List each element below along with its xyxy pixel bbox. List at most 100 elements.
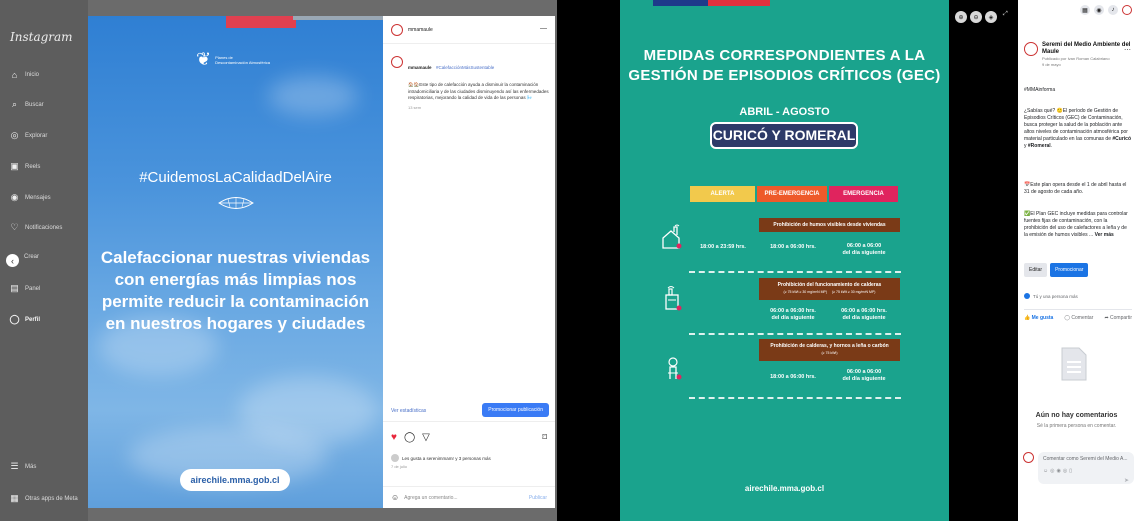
- cloud-decor: [268, 76, 358, 116]
- nav-panel[interactable]: ▤ Panel: [10, 283, 41, 293]
- poster-title-line1: MEDIDAS CORRESPONDIENTES A LA: [643, 47, 926, 64]
- instagram-window: Instagram ⌂ Inicio ⌕ Buscar ◎ Explorar ▣…: [0, 0, 557, 521]
- row2-pre-time: 06:00 a 06:00 hrs. del día siguiente: [770, 308, 816, 321]
- measure-bar-2-main: Prohibición del funcionamiento de calder…: [759, 278, 900, 300]
- row3-pre-time: 18:00 a 06:00 hrs.: [770, 374, 816, 380]
- header-tab-red: [226, 16, 296, 28]
- like-heart-icon[interactable]: ♥: [391, 432, 397, 443]
- row-divider: [689, 271, 901, 273]
- top-icons: ▦ ◉ ♪: [1080, 5, 1132, 15]
- post-header: mmamaule: [383, 16, 555, 44]
- poster-image: MEDIDAS CORRESPONDIENTES A LA GESTIÓN DE…: [620, 0, 949, 521]
- comment-composer: Comentar como Seremi del Medio A... ☺◎◉◎…: [1023, 452, 1134, 484]
- menu-grid-icon[interactable]: ▦: [1080, 5, 1090, 15]
- nav-more[interactable]: ☰ Más: [10, 461, 36, 471]
- bookmark-icon[interactable]: ⌑: [542, 432, 547, 443]
- nav-label: Panel: [25, 285, 41, 292]
- post-paragraph-2: 📅Este plan opera desde el 1 de abril has…: [1024, 182, 1127, 195]
- nav-home[interactable]: ⌂ Inicio: [10, 69, 39, 80]
- nav-profile[interactable]: ◯ Perfil: [9, 314, 40, 324]
- image-headline: Calefaccionar nuestras viviendas con ene…: [100, 248, 371, 333]
- see-more-link[interactable]: Ver más: [1095, 232, 1114, 238]
- reaction-text: Tú y una persona más: [1033, 293, 1078, 299]
- profile-icon: ◯: [9, 314, 20, 324]
- edit-button[interactable]: Editar: [1024, 263, 1048, 277]
- publish-button[interactable]: Publicar: [529, 495, 547, 501]
- tag-icon[interactable]: ◈: [985, 11, 997, 23]
- compass-icon: ◎: [10, 130, 19, 140]
- poster-location: CURICÓ Y ROMERAL: [710, 122, 858, 149]
- reels-icon: ▣: [10, 161, 19, 171]
- facebook-window: MEDIDAS CORRESPONDIENTES A LA GESTIÓN DE…: [557, 0, 1135, 521]
- screen: Instagram ⌂ Inicio ⌕ Buscar ◎ Explorar ▣…: [0, 0, 1135, 521]
- house-smoke-icon: [662, 224, 682, 249]
- post-date[interactable]: 9 de mayo: [1042, 62, 1135, 68]
- avatar[interactable]: [391, 23, 403, 36]
- measure-bar-2-sub-b: (≥ 75 kWt ≥ 30 mg/m³N MP): [831, 290, 876, 294]
- more-options-icon[interactable]: —: [540, 25, 547, 32]
- avatar[interactable]: [1024, 42, 1038, 56]
- home-icon: ⌂: [11, 69, 18, 80]
- row-divider: [689, 333, 901, 335]
- messenger-icon[interactable]: ◉: [1094, 5, 1104, 15]
- nav-explore[interactable]: ◎ Explorar: [10, 130, 48, 140]
- post-caption: mmamaule #CalefacciónMásSustentable 🏠🏠Es…: [391, 56, 549, 110]
- bell-icon[interactable]: ♪: [1108, 5, 1118, 15]
- boiler-icon: [665, 286, 682, 311]
- no-comments-title: Aún no hay comentarios: [1035, 412, 1118, 419]
- nav-reels[interactable]: ▣ Reels: [10, 161, 41, 171]
- caption-hashtag[interactable]: #CalefacciónMásSustentable: [436, 65, 494, 70]
- caption-username[interactable]: mmamaule: [408, 65, 432, 70]
- comment-icon[interactable]: ◯: [404, 432, 415, 443]
- comment-button[interactable]: ◯ Comentar: [1064, 315, 1093, 321]
- reaction-summary[interactable]: Tú y una persona más: [1024, 293, 1078, 299]
- view-insights-link[interactable]: Ver estadísticas: [391, 408, 426, 414]
- post-paragraph-1: ¿Sabías qué? 🙂El período de Gestión de E…: [1024, 108, 1132, 149]
- post-username[interactable]: mmamaule: [408, 27, 433, 33]
- emoji-icon[interactable]: ☺: [391, 493, 399, 502]
- image-url: airechile.mma.gob.cl: [180, 469, 290, 491]
- nav-label: Explorar: [25, 132, 48, 139]
- promote-post-button[interactable]: Promocionar publicación: [482, 403, 549, 417]
- send-icon[interactable]: ➤: [1124, 477, 1129, 484]
- poster-period: ABRIL - AGOSTO: [739, 106, 830, 118]
- nav-label: Reels: [25, 163, 41, 170]
- caption-body: 🏠🏠Este tipo de calefacción ayuda a dismi…: [408, 82, 549, 100]
- comment-input[interactable]: Agrega un comentario...: [404, 495, 457, 501]
- caption-time: 13 sem: [408, 104, 422, 110]
- zoom-out-icon[interactable]: ⊖: [970, 11, 982, 23]
- tree-logo-icon: ❦: [196, 49, 212, 69]
- logo-line2: Descontaminación Atmosférica: [215, 59, 271, 65]
- author-name[interactable]: Seremi del Medio Ambiente del Maule: [1042, 42, 1135, 56]
- post-detail-panel: mmamaule — mmamaule #CalefacciónMásSuste…: [383, 16, 555, 508]
- instagram-logo[interactable]: Instagram: [10, 30, 73, 44]
- level-alerta: ALERTA: [690, 186, 755, 202]
- composer-icons[interactable]: ☺◎◉◎▯: [1043, 468, 1129, 474]
- row1-pre-time: 18:00 a 06:00 hrs.: [770, 244, 816, 250]
- zoom-in-icon[interactable]: ⊕: [955, 11, 967, 23]
- nav-notifications[interactable]: ♡ Notificaciones: [10, 222, 62, 232]
- post-actions: ♥ ◯ ▽: [391, 432, 430, 443]
- nav-create[interactable]: Crear: [24, 254, 39, 260]
- promote-button[interactable]: Promocionar: [1050, 263, 1089, 277]
- post-hashtag[interactable]: #MMAinforma: [1024, 87, 1131, 94]
- level-preemergencia: PRE-EMERGENCIA: [757, 186, 827, 202]
- share-button[interactable]: ➦ Compartir: [1104, 315, 1132, 321]
- more-options-icon[interactable]: ⋯: [1124, 46, 1131, 54]
- nav-meta-apps[interactable]: ▦ Otras apps de Meta: [10, 493, 77, 503]
- measure-bar-1: Prohibición de humos visibles desde vivi…: [759, 218, 900, 232]
- insights-bar: Ver estadísticas Promocionar publicación: [383, 400, 555, 422]
- like-button[interactable]: 👍 Me gusta: [1024, 315, 1053, 321]
- comment-input[interactable]: Comentar como Seremi del Medio A... ☺◎◉◎…: [1038, 452, 1134, 484]
- measure-bar-2-text: Prohibición del funcionamiento de calder…: [777, 282, 882, 288]
- likes-summary[interactable]: Les gusta a serenimmamr y 3 personas más: [391, 454, 491, 462]
- nav-messages[interactable]: ◉ Mensajes: [10, 192, 51, 202]
- share-icon[interactable]: ▽: [422, 432, 430, 443]
- previous-post-button[interactable]: ‹: [6, 254, 19, 267]
- avatar[interactable]: [391, 56, 403, 68]
- avatar: [1023, 452, 1034, 463]
- avatar[interactable]: [1122, 5, 1132, 15]
- post-paragraph-3: ✅El Plan GEC incluye medidas para contro…: [1024, 211, 1128, 238]
- nav-search[interactable]: ⌕ Buscar: [10, 99, 44, 109]
- fullscreen-icon[interactable]: ⤢: [1003, 11, 1008, 23]
